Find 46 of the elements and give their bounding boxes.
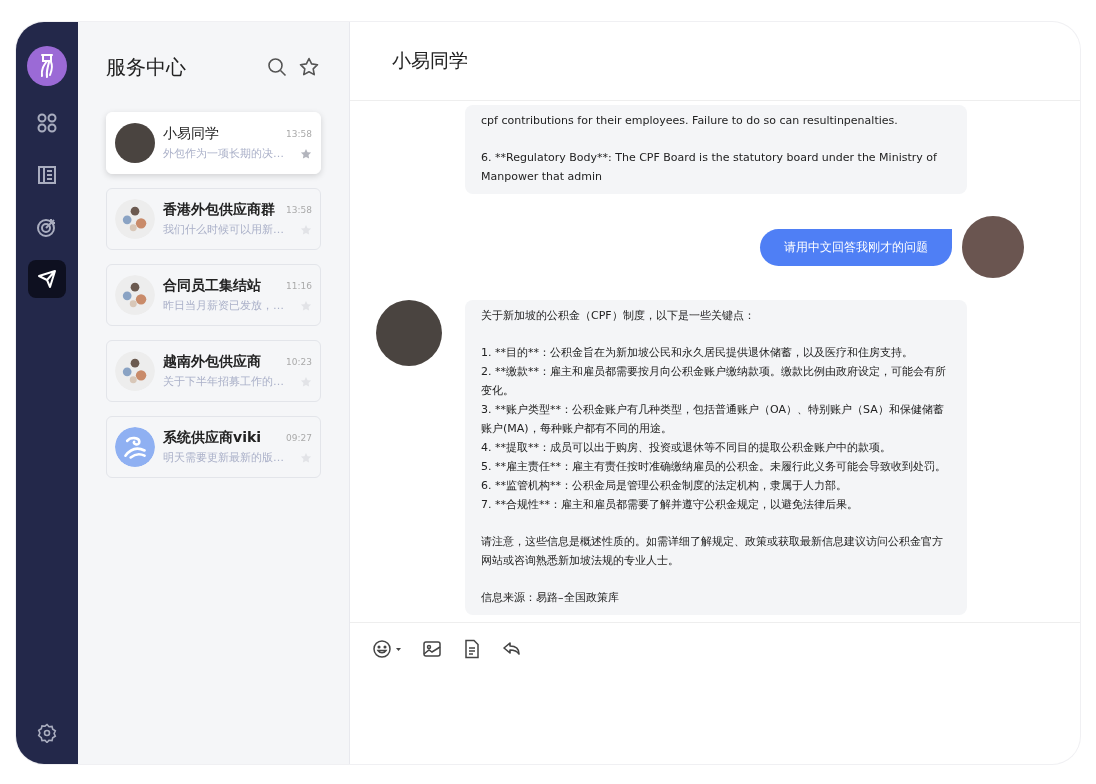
message-text: 请注意，这些信息是概述性质的。如需详细了解规定、政策或获取最新信息建议访问公积金官方网站或咨询熟悉新加坡法规的专业人士。 [481, 534, 944, 569]
conversation-item[interactable]: 香港外包供应商群 13:58 我们什么时候可以用新… [106, 188, 321, 250]
settings-icon [37, 723, 57, 743]
conversation-name: 越南外包供应商 [163, 353, 261, 371]
conversation-preview: 关于下半年招募工作的… [163, 374, 284, 389]
message-text: 请用中文回答我刚才的问题 [784, 238, 928, 256]
conversation-preview: 明天需要更新最新的版… [163, 450, 284, 465]
chat-title: 小易同学 [392, 48, 468, 73]
conversation-time: 10:23 [286, 357, 312, 367]
avatar [115, 123, 155, 163]
apps-icon [36, 112, 58, 134]
conversation-item[interactable]: 越南外包供应商 10:23 关于下半年招募工作的… [106, 340, 321, 402]
group-avatar-icon [115, 275, 155, 315]
conversation-preview: 外包作为一项长期的决… [163, 146, 284, 161]
message-text: 关于新加坡的公积金（CPF）制度，以下是一些关键点： [481, 308, 756, 324]
message-text: 1. **目的**：公积金旨在为新加坡公民和永久居民提供退休储蓄，以及医疗和住房支持。 2. **缴款**：雇主和雇员都需要按月向公积金账户缴纳款项。缴款比例由政府设定，可能会有所变化。 3. **账户类型**：公积金账户有几种类型，包括普通账户（OA）、特别账户（SA）和保健储蓄账户(MA)，每种账户都有不同的用途。 4. **提取**：成员可以出于购房、投资或退休等不同目的提取公积金账户中的款项。 5. **雇主责任**：雇主有责任按时准确缴纳雇员的公积金。未履行此义务可能会导致收到处罚。 6. **监管机构**：公积金局是管理公积金制度的法定机构，隶属于人力部。 7. **合规性**：雇主和雇员都需要了解并遵守公积金规定，以避免法律后果。 [481, 345, 947, 513]
image-button[interactable] [422, 639, 442, 659]
message-text: cpf contributions for their employees. Failure to do so can resultinpenalties. [481, 113, 899, 129]
document-icon [37, 165, 57, 185]
message-text: 6. **Regulatory Body**: The CPF Board is the statutory board under the Ministry of Manpower that admin [481, 150, 938, 185]
panel-title: 服务中心 [106, 53, 187, 81]
conversation-name: 小易同学 [163, 125, 219, 143]
target-icon [36, 216, 58, 238]
document-button[interactable] [462, 639, 482, 659]
conversation-preview: 我们什么时候可以用新… [163, 222, 284, 237]
conversation-time: 11:16 [286, 281, 312, 291]
search-button[interactable] [265, 55, 289, 79]
conversation-time: 13:58 [286, 129, 312, 139]
conversation-time: 09:27 [286, 433, 312, 443]
conversation-preview: 昨日当月薪资已发放，… [163, 298, 284, 313]
nav-item[interactable] [28, 260, 66, 298]
star-icon[interactable] [300, 147, 312, 160]
logo-avatar-icon [115, 427, 155, 467]
emoji-button[interactable] [372, 639, 402, 659]
group-avatar-icon [115, 351, 155, 391]
conversation-name: 合同员工集结站 [163, 277, 261, 295]
conversation-item[interactable]: 小易同学 13:58 外包作为一项长期的决… [106, 112, 321, 174]
conversation-item[interactable]: 系统供应商viki 09:27 明天需要更新最新的版… [106, 416, 321, 478]
conversation-name: 香港外包供应商群 [163, 201, 275, 219]
send-icon [36, 268, 58, 290]
logo-icon [27, 46, 67, 86]
message-text: 信息来源：易路–全国政策库 [481, 590, 620, 606]
group-avatar-icon [115, 199, 155, 239]
conversation-item[interactable]: 合同员工集结站 11:16 昨日当月薪资已发放，… [106, 264, 321, 326]
conversation-time: 13:58 [286, 205, 312, 215]
conversation-name: 系统供应商viki [163, 429, 262, 447]
